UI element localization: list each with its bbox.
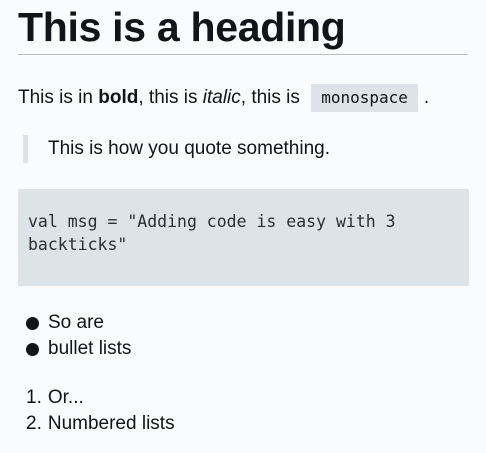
italic-text: italic	[202, 87, 241, 108]
numbered-list: 1. Or... 2. Numbered lists	[18, 385, 468, 437]
paragraph-end: .	[423, 87, 430, 108]
heading-divider	[18, 54, 468, 55]
bullet-text: So are	[48, 312, 104, 333]
code-block: val msg = "Adding code is easy with 3 ba…	[18, 189, 469, 286]
numbered-list-item: 1. Or...	[18, 385, 468, 411]
list-number: 2.	[26, 413, 42, 434]
paragraph: This is in bold , this is italic , this …	[18, 83, 468, 113]
bullet-list-item: So are	[18, 310, 468, 336]
quote-bar	[23, 135, 28, 163]
paragraph-text: , this is	[240, 87, 306, 108]
numbered-list-item: 2. Numbered lists	[18, 411, 468, 437]
paragraph-text: This is in	[18, 87, 99, 108]
markdown-document: This is a heading This is in bold , this…	[0, 0, 486, 453]
paragraph-text: , this is	[138, 87, 203, 108]
blockquote: This is how you quote something.	[18, 135, 468, 163]
bullet-icon	[26, 316, 39, 330]
bullet-text: bullet lists	[48, 338, 132, 359]
bullet-list: So are bullet lists	[18, 310, 468, 362]
numbered-text: Or...	[47, 387, 84, 408]
bullet-icon	[26, 342, 39, 356]
quote-text: This is how you quote something.	[48, 138, 330, 159]
heading-1: This is a heading	[18, 4, 346, 50]
numbered-text: Numbered lists	[47, 413, 175, 434]
bold-text: bold	[98, 87, 139, 108]
list-number: 1.	[26, 387, 42, 408]
bullet-list-item: bullet lists	[18, 336, 468, 362]
inline-code: monospace	[311, 84, 418, 112]
